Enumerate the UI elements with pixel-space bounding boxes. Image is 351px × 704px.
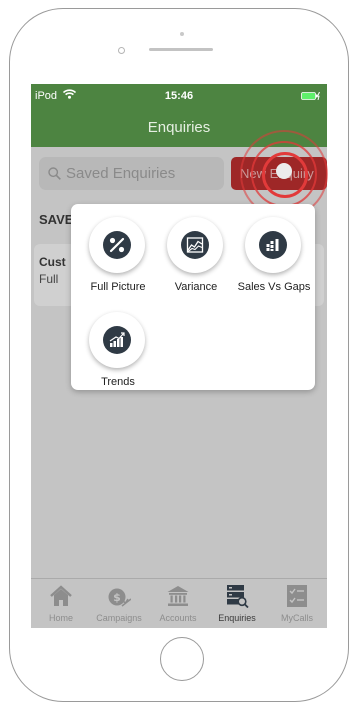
option-sales-vs-gaps[interactable]: Sales Vs Gaps (237, 212, 311, 294)
tab-home[interactable]: Home (31, 579, 91, 628)
option-icon-circle (245, 217, 301, 273)
option-icon-circle (89, 312, 145, 368)
saved-card-title: Cust (39, 255, 66, 269)
device-microphone (180, 32, 184, 36)
device-speaker (149, 48, 213, 51)
bank-icon (167, 586, 189, 606)
area-chart-icon (181, 231, 209, 259)
search-placeholder: Saved Enquiries (66, 165, 176, 182)
option-icon-circle (167, 217, 223, 273)
svg-text:$: $ (113, 591, 121, 604)
device-camera (118, 47, 125, 54)
saved-card-subtitle: Full (39, 272, 59, 286)
device-home-button[interactable] (160, 637, 204, 681)
option-label: Variance (174, 281, 218, 293)
tab-label: Campaigns (96, 613, 142, 623)
tab-label: MyCalls (280, 613, 313, 623)
tab-bar: Home $ Campaigns Accounts Enquiries MyCa… (31, 578, 327, 628)
enquiries-icon (227, 585, 249, 608)
trend-chart-icon (103, 326, 131, 354)
option-label: Trends (101, 376, 135, 388)
checklist-icon (287, 585, 307, 607)
tab-label: Enquiries (218, 613, 256, 623)
home-icon (50, 585, 72, 606)
status-bar: iPod 15:46 (31, 84, 327, 106)
option-full-picture[interactable]: Full Picture (81, 212, 155, 294)
tab-mycalls[interactable]: MyCalls (267, 579, 327, 628)
option-label: Full Picture (90, 281, 146, 293)
chart-type-popup: Full Picture Variance Sales Vs Gaps Tren… (71, 204, 315, 390)
option-icon-circle (89, 217, 145, 273)
search-icon (48, 167, 61, 180)
saved-section-heading: SAVE (39, 212, 74, 227)
tab-label: Accounts (159, 613, 197, 623)
search-input[interactable]: Saved Enquiries (39, 157, 224, 190)
percent-icon (103, 231, 131, 259)
money-bag-icon: $ (108, 588, 131, 607)
option-variance[interactable]: Variance (159, 212, 233, 294)
battery-charging-icon (301, 92, 320, 100)
option-trends[interactable]: Trends (81, 307, 155, 389)
tab-campaigns[interactable]: $ Campaigns (89, 579, 149, 628)
tap-indicator-dot (276, 163, 292, 179)
tab-accounts[interactable]: Accounts (148, 579, 208, 628)
bar-grid-icon (259, 231, 287, 259)
tab-enquiries[interactable]: Enquiries (207, 579, 267, 628)
option-label: Sales Vs Gaps (237, 281, 311, 293)
status-time: 15:46 (164, 90, 194, 102)
